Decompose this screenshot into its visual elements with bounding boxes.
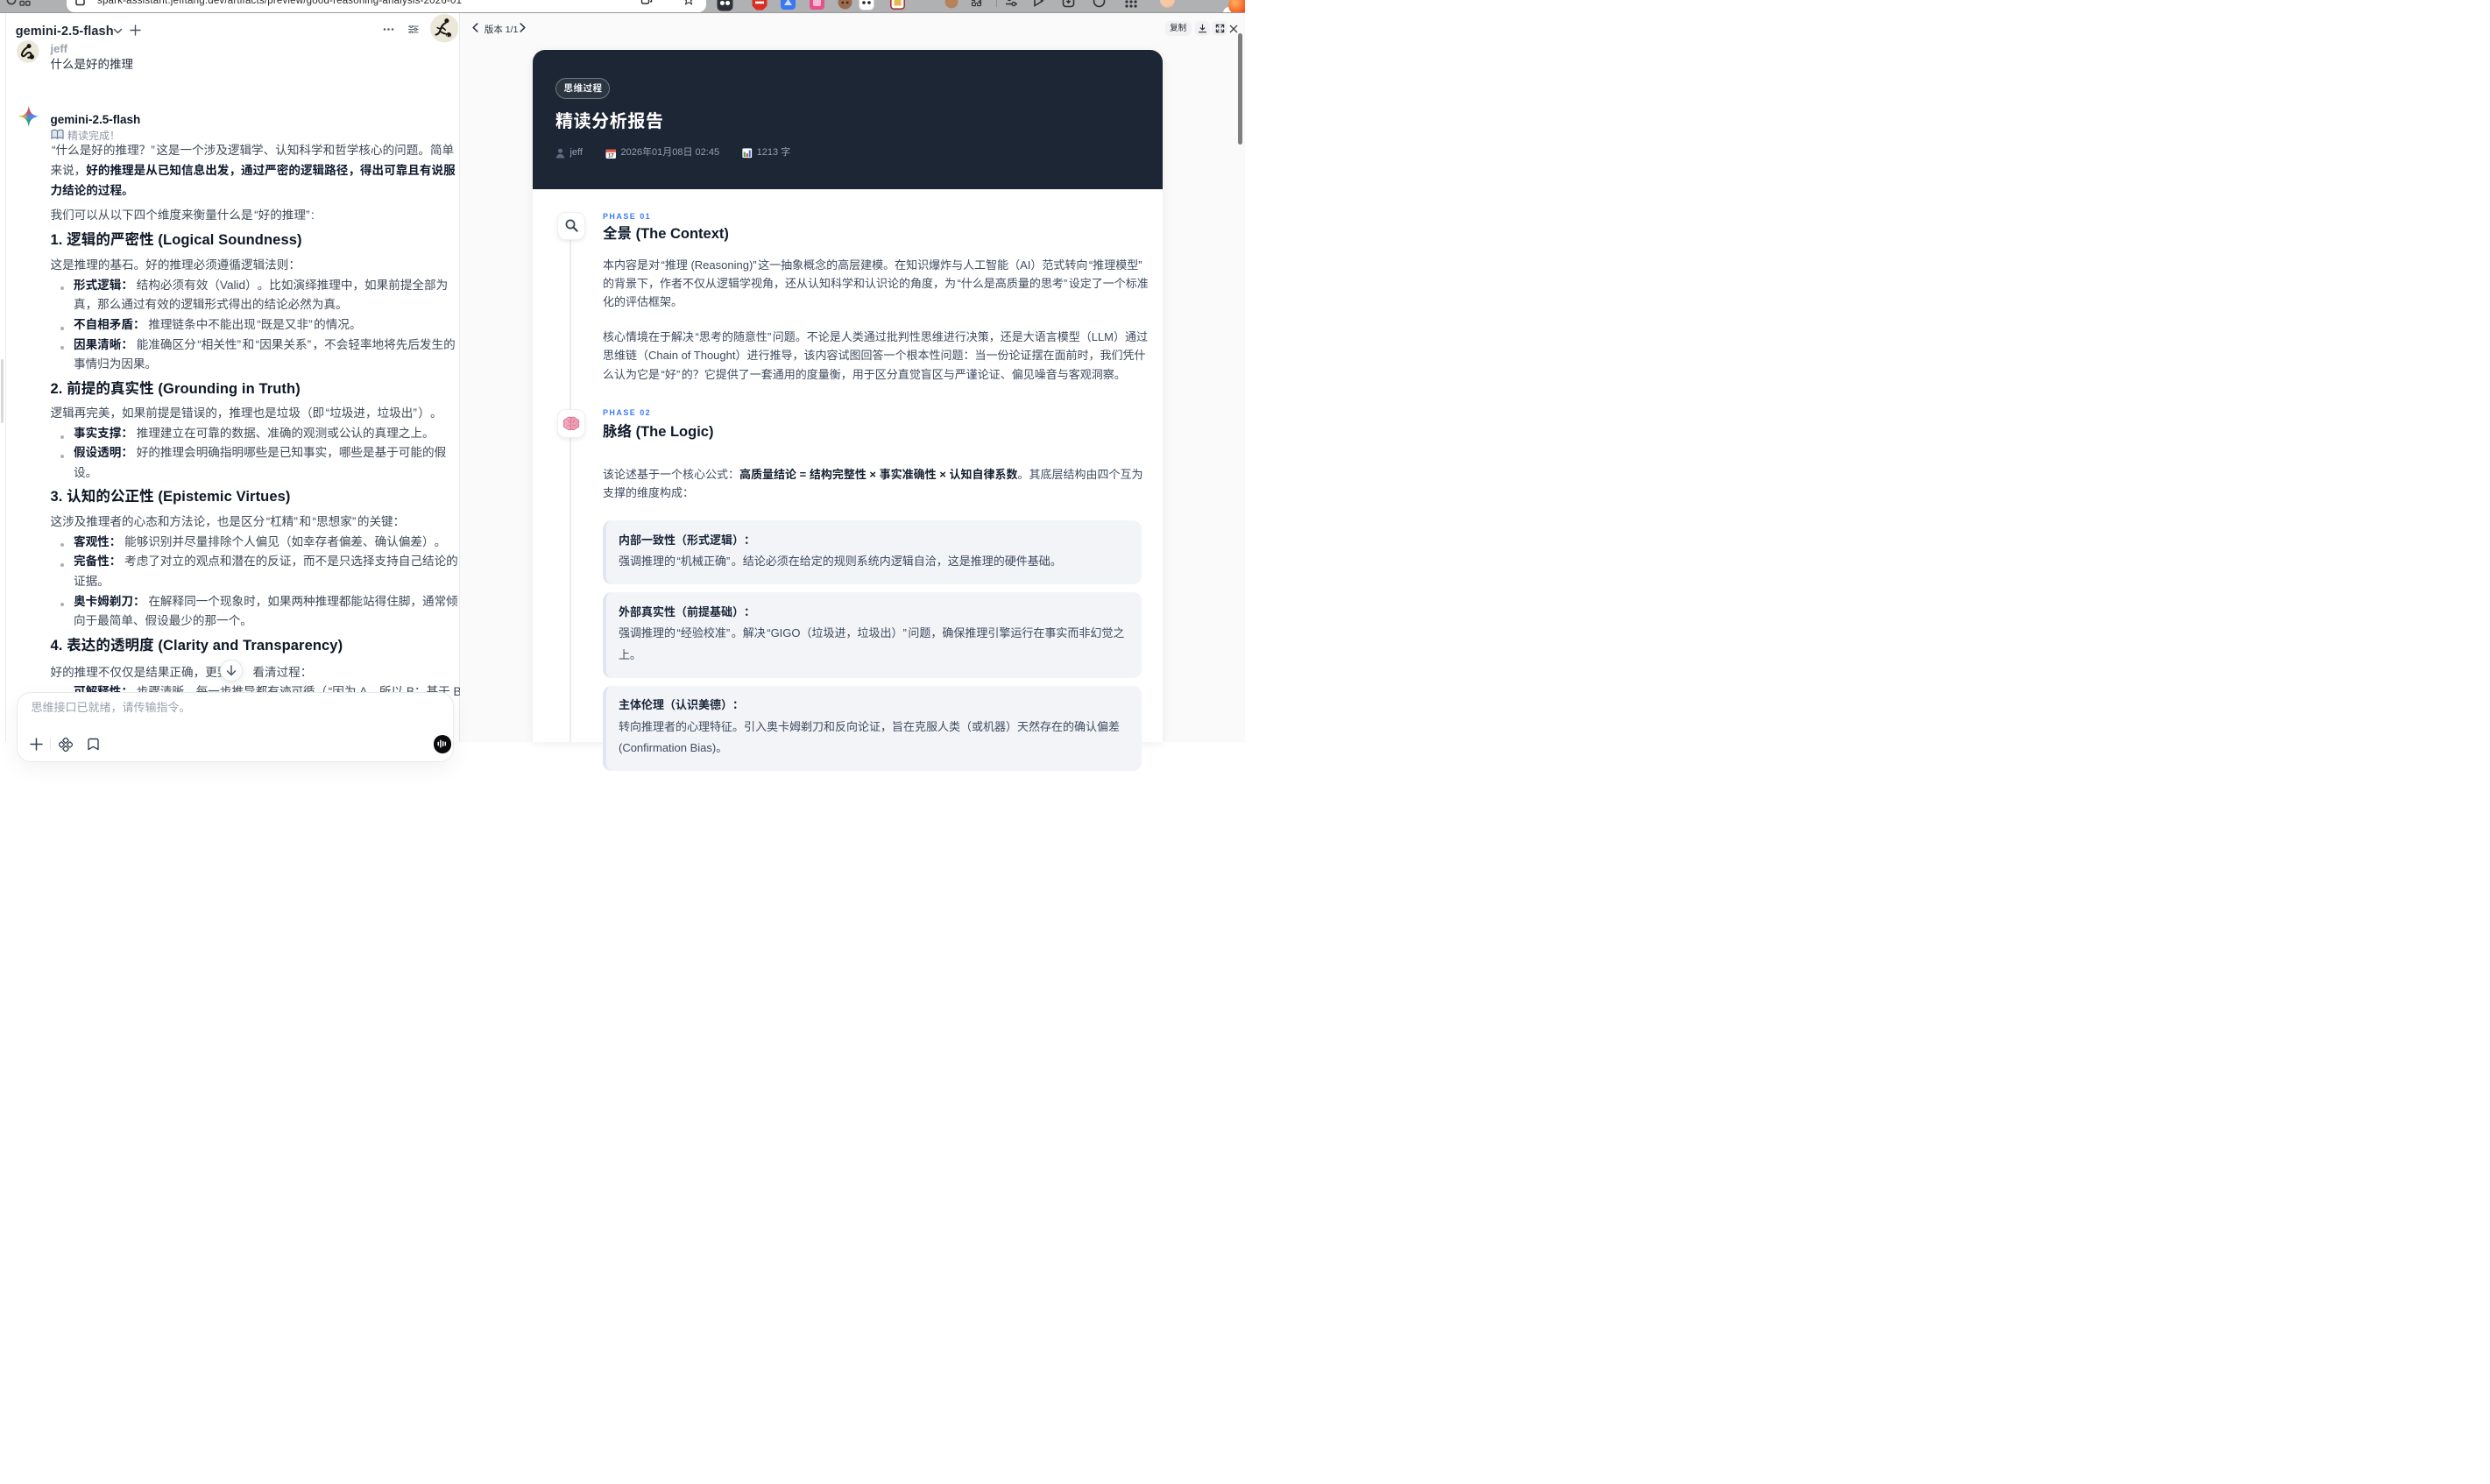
svg-text:17: 17 [608,153,614,159]
